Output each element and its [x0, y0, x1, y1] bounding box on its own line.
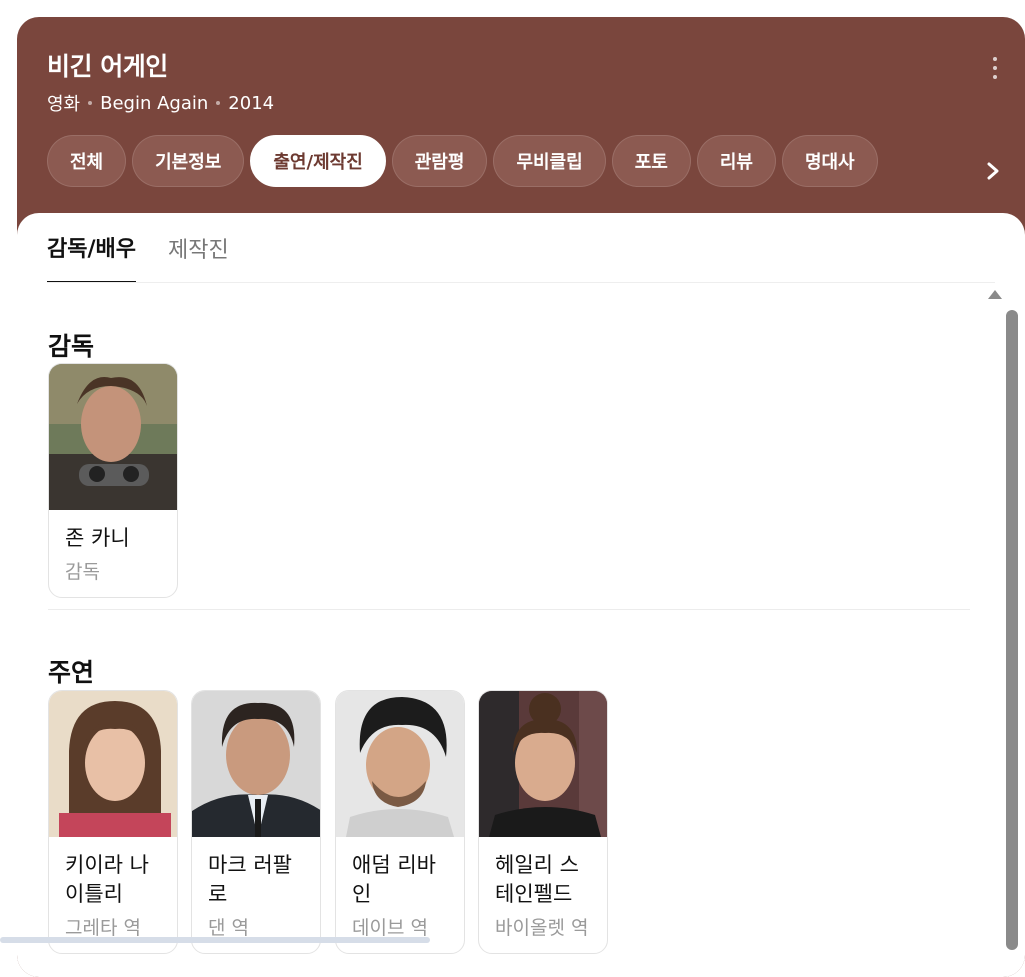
movie-title[interactable]: 비긴 어게인 [47, 47, 168, 83]
person-name: 헤일리 스테인펠드 [495, 853, 579, 906]
person-card[interactable]: 마크 러팔로 댄 역 [191, 690, 321, 954]
person-role: 그레타 역 [65, 917, 141, 939]
tab-reviews[interactable]: 리뷰 [696, 135, 776, 187]
actor-photo [192, 691, 320, 837]
person-card[interactable]: 존 카니 감독 [48, 363, 178, 598]
tab-basic-info[interactable]: 기본정보 [132, 135, 245, 187]
person-card[interactable]: 키이라 나이틀리 그레타 역 [48, 690, 178, 954]
content-panel: 감독/배우 제작진 감독 존 카니 감독 주연 키이라 나이틀리 그레타 역 마… [17, 213, 1025, 977]
actor-photo [479, 691, 607, 837]
section-title-cast: 주연 [48, 658, 95, 687]
separator-dot [88, 101, 93, 105]
movie-category: 영화 [47, 94, 81, 115]
actor-photo [336, 691, 464, 837]
tab-cast-crew[interactable]: 출연/제작진 [250, 135, 386, 187]
director-photo [49, 364, 177, 510]
tab-bar: 전체 기본정보 출연/제작진 관람평 무비클립 포토 리뷰 명대사 [47, 135, 878, 187]
vertical-scrollbar[interactable] [1006, 310, 1018, 950]
more-vertical-icon[interactable] [987, 57, 1003, 79]
scroll-up-arrow-icon[interactable] [988, 290, 1002, 299]
movie-original-title: Begin Again [100, 92, 209, 114]
tab-ratings[interactable]: 관람평 [391, 135, 488, 187]
person-role: 바이올렛 역 [495, 917, 589, 939]
separator-dot [216, 101, 221, 105]
tab-photos[interactable]: 포토 [611, 135, 691, 187]
person-card[interactable]: 헤일리 스테인펠드 바이올렛 역 [478, 690, 608, 954]
tab-quotes[interactable]: 명대사 [781, 135, 878, 187]
subtab-divider [47, 282, 995, 283]
chevron-right-icon[interactable] [981, 157, 1005, 185]
horizontal-scrollbar[interactable] [0, 937, 430, 943]
section-divider [48, 609, 970, 610]
subtab-crew[interactable]: 제작진 [168, 213, 229, 283]
movie-year: 2014 [228, 92, 275, 114]
subtab-director-actors[interactable]: 감독/배우 [47, 213, 136, 283]
movie-info-card: 비긴 어게인 영화 Begin Again 2014 전체 기본정보 출연/제작… [17, 17, 1025, 977]
person-name: 키이라 나이틀리 [65, 853, 149, 906]
person-name: 마크 러팔로 [208, 853, 292, 906]
section-title-director: 감독 [48, 332, 95, 361]
person-name: 애덤 리바인 [352, 853, 436, 906]
person-role: 데이브 역 [352, 917, 428, 939]
person-role: 댄 역 [208, 917, 249, 939]
movie-meta: 영화 Begin Again 2014 [47, 90, 274, 116]
actor-photo [49, 691, 177, 837]
tab-movie-clips[interactable]: 무비클립 [493, 135, 606, 187]
sub-tab-bar: 감독/배우 제작진 [47, 213, 229, 283]
person-role: 감독 [65, 561, 100, 583]
person-card[interactable]: 애덤 리바인 데이브 역 [335, 690, 465, 954]
person-name: 존 카니 [65, 526, 130, 550]
tab-all[interactable]: 전체 [47, 135, 127, 187]
